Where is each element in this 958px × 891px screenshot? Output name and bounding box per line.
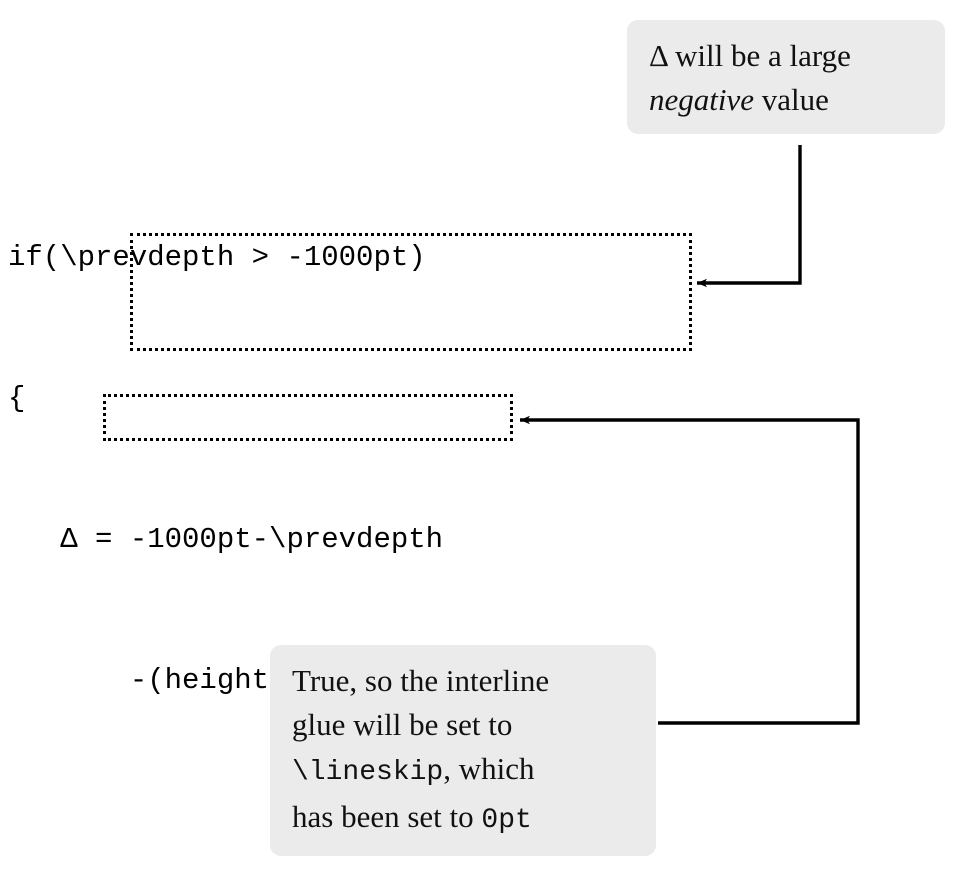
callout-true-zeropt-token: 0pt — [481, 805, 532, 836]
callout-true-line3-suffix: , which — [443, 751, 535, 786]
callout-negative-line2-suffix: value — [754, 82, 829, 117]
code-line-3: Δ = -1000pt-\prevdepth — [8, 523, 444, 556]
callout-true-line2: glue will be set to — [292, 707, 513, 742]
arrow-negative-to-delta-expr — [697, 145, 802, 288]
code-line-1: if(\prevdepth > -1000pt) — [8, 241, 426, 274]
callout-true-branch: True, so the interline glue will be set … — [270, 645, 656, 856]
callout-true-line4-prefix: has been set to — [292, 799, 482, 834]
figure-canvas: if(\prevdepth > -1000pt) { Δ = -1000pt-\… — [0, 0, 958, 891]
callout-true-line1: True, so the interline — [292, 663, 550, 698]
callout-true-lineskip-token: \lineskip — [292, 757, 444, 788]
callout-negative-value: Δ will be a large negative value — [627, 20, 945, 134]
callout-negative-line1: Δ will be a large — [649, 38, 851, 73]
code-line-2: { — [8, 382, 26, 415]
callout-negative-emphasis: negative — [649, 82, 755, 117]
